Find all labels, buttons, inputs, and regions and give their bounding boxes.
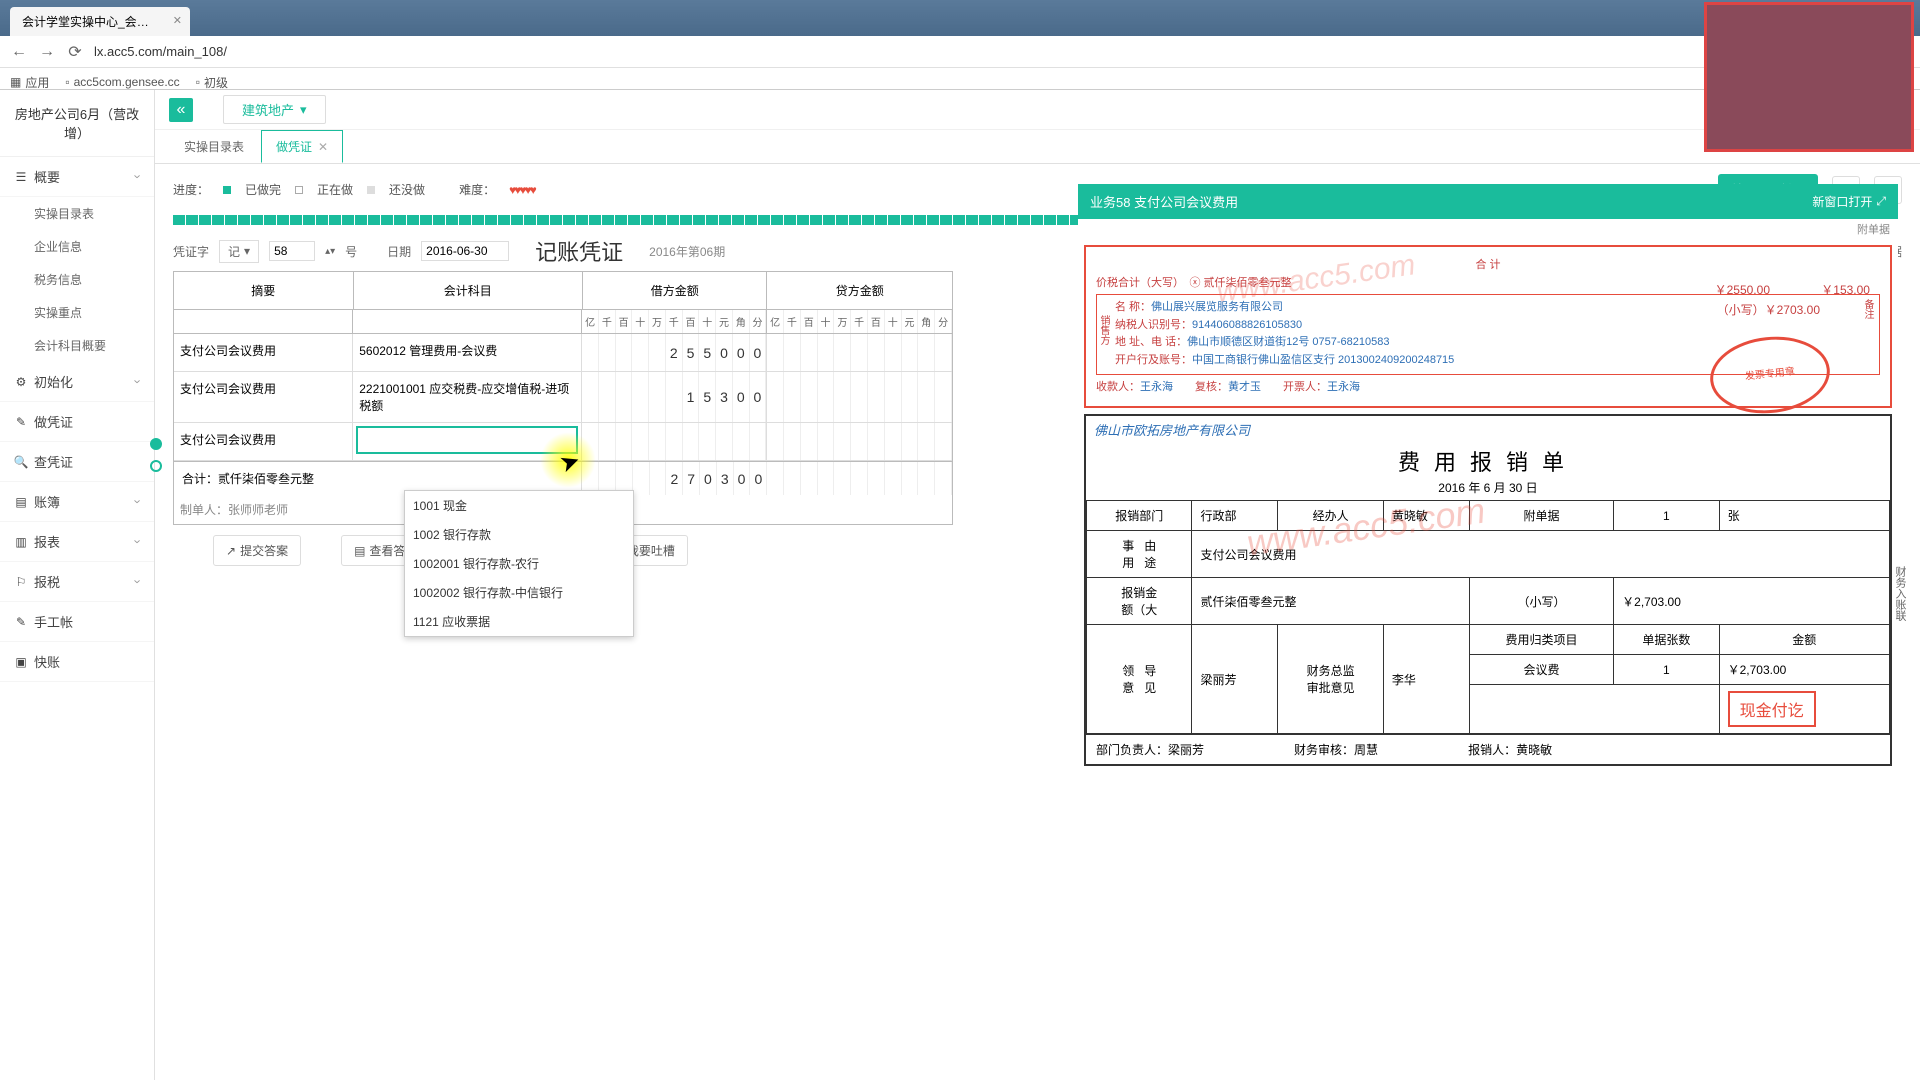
sidebar-group-voucher[interactable]: ✎做凭证 [0,402,154,442]
progress-label: 进度： [173,181,209,198]
cash-paid-stamp: 现金付讫 [1728,691,1816,727]
folder-icon: ▣ [14,655,28,669]
row-radio[interactable] [150,460,162,472]
eye-icon: ▤ [354,544,365,558]
sidebar-item-catalog[interactable]: 实操目录表 [0,197,154,230]
apps-button[interactable]: ▦ 应用 [10,74,49,91]
company-name: 佛山市欧拓房地产有限公司 [1086,416,1890,443]
category-select[interactable]: 建筑地产▾ [223,95,326,124]
date-label: 日期 [387,243,411,260]
sidebar-item-key[interactable]: 实操重点 [0,296,154,329]
webcam-overlay [1704,2,1914,152]
dropdown-item[interactable]: 1121 应收票据 [405,607,633,636]
voucher-word-label: 凭证字 [173,243,209,260]
voucher-date-input[interactable] [421,241,509,261]
sidebar-item-company[interactable]: 企业信息 [0,230,154,263]
tax-icon: ⚐ [14,575,28,589]
sidebar-group-books[interactable]: ▤账簿 [0,482,154,522]
dropdown-item[interactable]: 1001 现金 [405,491,633,520]
sidebar-group-summary[interactable]: ☰概要 [0,157,154,197]
account-dropdown: 1001 现金 1002 银行存款 1002001 银行存款-农行 100200… [404,490,634,637]
col-summary: 摘要 [174,272,354,309]
pencil-icon: ✎ [14,615,28,629]
tab-voucher[interactable]: 做凭证✕ [261,130,343,163]
url-input[interactable] [94,44,1910,59]
search-icon: 🔍 [14,455,28,469]
invoice-document: www.acc5.com 合 计 ￥2550.00 ￥153.00 价税合计（大… [1084,245,1892,408]
dropdown-item[interactable]: 1002001 银行存款-农行 [405,549,633,578]
collapse-button[interactable]: « [169,98,193,122]
reload-icon[interactable]: ⟳ [66,43,84,61]
reimbursement-form: www.acc5.com 财务入账联 佛山市欧拓房地产有限公司 费用报销单 20… [1084,414,1892,766]
voucher-table: 摘要 会计科目 借方金额 贷方金额 亿千百十万千百十元角分 亿千百十万千百十元角… [173,271,953,525]
bookmark-item[interactable]: ▫ 初级 [196,74,228,91]
status-dot-done [223,186,231,194]
bookmark-item[interactable]: ▫ acc5com.gensee.cc [65,75,179,89]
forward-icon[interactable]: → [38,43,56,61]
row-radio[interactable] [150,438,162,450]
status-dot-not [367,186,375,194]
sidebar-item-subjects[interactable]: 会计科目概要 [0,329,154,362]
voucher-number-input[interactable] [269,241,315,261]
sidebar-group-manual[interactable]: ✎手工帐 [0,602,154,642]
close-icon[interactable]: ✕ [173,14,182,27]
sidebar-group-taxfile[interactable]: ⚐报税 [0,562,154,602]
gear-icon: ⚙ [14,375,28,389]
sidebar-group-reports[interactable]: ▥报表 [0,522,154,562]
sidebar-item-tax[interactable]: 税务信息 [0,263,154,296]
side-label: 财务入账联 [1892,566,1908,621]
subject-input[interactable] [356,426,578,454]
sidebar: 房地产公司6月（营改增） ☰概要 实操目录表 企业信息 税务信息 实操重点 会计… [0,90,155,1080]
voucher-period: 2016年第06期 [649,243,725,260]
sidebar-title: 房地产公司6月（营改增） [0,90,154,157]
sidebar-group-init[interactable]: ⚙初始化 [0,362,154,402]
status-dot-doing [295,186,303,194]
form-title: 费用报销单 [1086,443,1890,479]
tab-title: 会计学堂实操中心_会计… [22,15,161,29]
back-icon[interactable]: ← [10,43,28,61]
col-credit: 贷方金额 [767,272,952,309]
browser-tab[interactable]: 会计学堂实操中心_会计… ✕ [10,7,190,36]
dropdown-item[interactable]: 1002 银行存款 [405,520,633,549]
sidebar-group-query[interactable]: 🔍查凭证 [0,442,154,482]
tab-catalog[interactable]: 实操目录表 [169,130,259,163]
open-new-window[interactable]: 新窗口打开 ⤢ [1812,193,1886,210]
upload-icon: ↗ [226,544,236,558]
form-date: 2016 年 6 月 30 日 [1086,479,1890,500]
col-subject: 会计科目 [354,272,583,309]
attach-label: 附单据 [1078,219,1898,239]
col-debit: 借方金额 [583,272,768,309]
submit-button[interactable]: ↗提交答案 [213,535,301,566]
book-icon: ▤ [14,495,28,509]
heart-icon: ♥♥♥♥♥ [509,183,535,197]
close-icon[interactable]: ✕ [318,140,328,154]
difficulty-label: 难度： [459,181,495,198]
attach-title: 业务58 支付公司会议费用 [1090,192,1238,211]
report-icon: ▥ [14,535,28,549]
list-icon: ☰ [14,170,28,184]
sidebar-group-quick[interactable]: ▣快账 [0,642,154,682]
chevron-down-icon: ▾ [300,102,307,118]
attachment-panel: 业务58 支付公司会议费用 新窗口打开 ⤢ 附单据 www.acc5.com 合… [1078,184,1898,772]
dropdown-item[interactable]: 1002002 银行存款-中信银行 [405,578,633,607]
edit-icon: ✎ [14,415,28,429]
voucher-word-select[interactable]: 记 ▾ [219,240,259,263]
voucher-title: 记账凭证 [535,235,623,267]
